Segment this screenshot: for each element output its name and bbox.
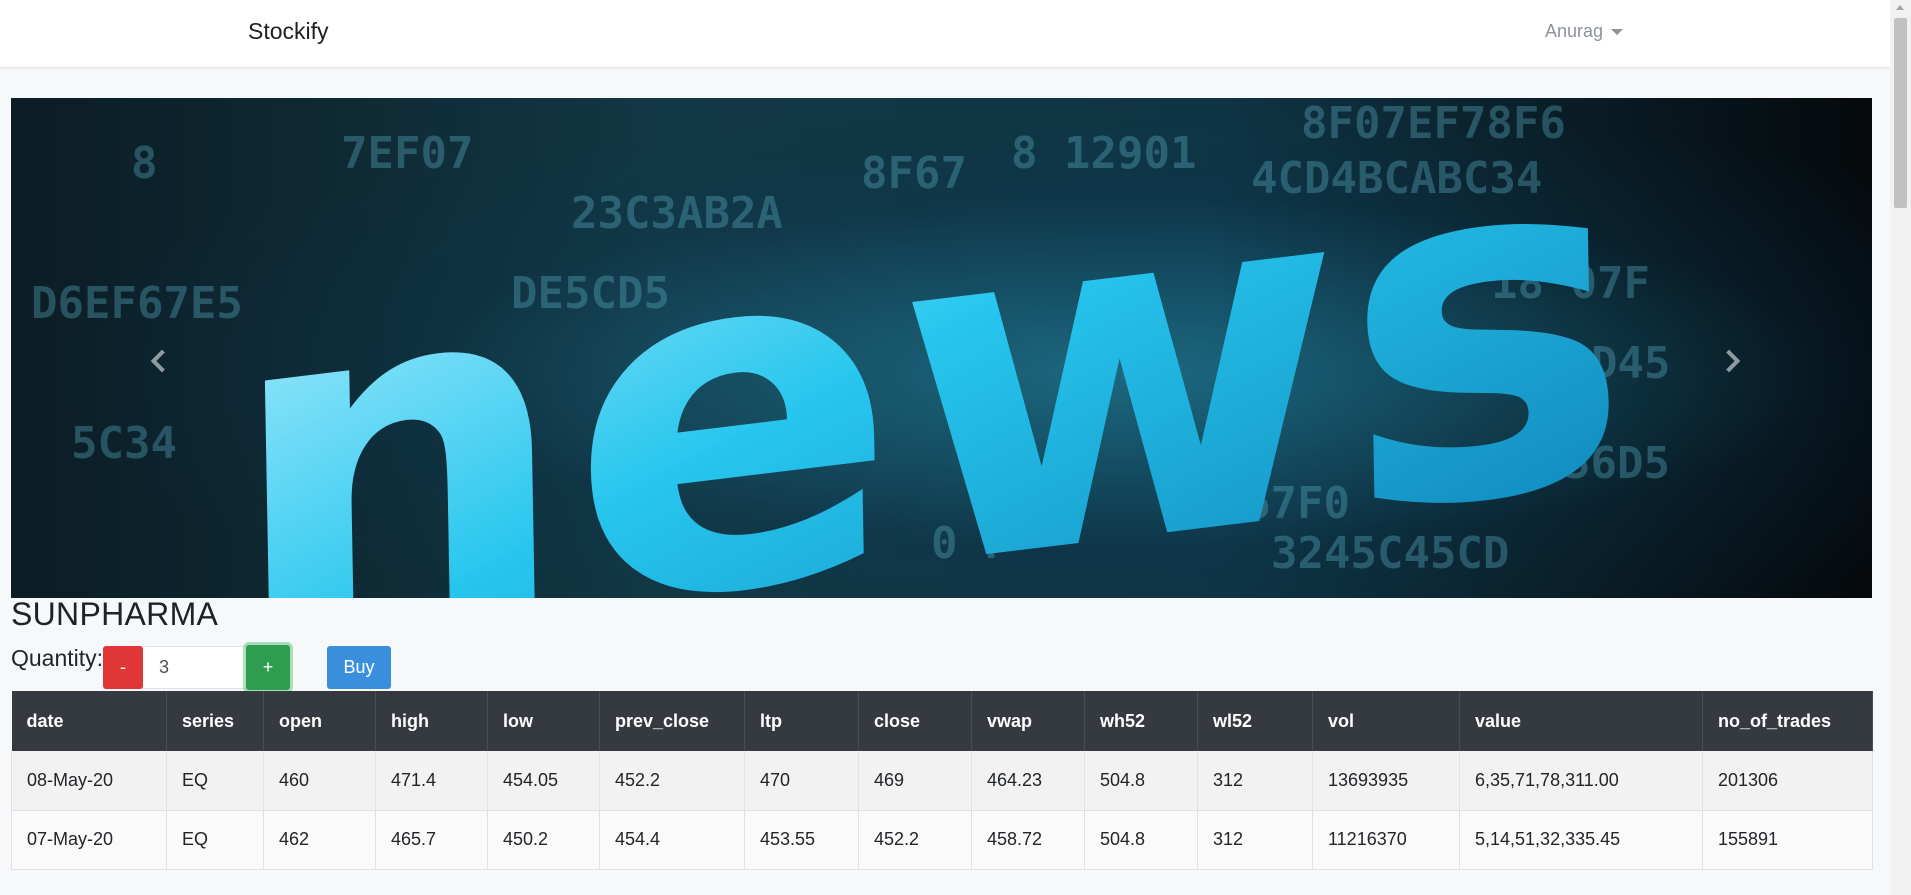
- table-cell: 450.2: [487, 810, 600, 870]
- quantity-label: Quantity:: [11, 645, 104, 671]
- table-cell: 458.72: [971, 810, 1085, 870]
- table-cell: 452.2: [858, 810, 972, 870]
- table-cell: 465.7: [375, 810, 488, 870]
- column-header: vol: [1312, 691, 1460, 751]
- column-header: close: [858, 691, 972, 751]
- table-cell: 504.8: [1084, 810, 1198, 870]
- table-row: 08-May-20 EQ 460 471.4 454.05 452.2 470 …: [11, 751, 1873, 811]
- column-header: open: [263, 691, 376, 751]
- scrollbar-thumb[interactable]: [1894, 18, 1907, 208]
- table-header-row: date series open high low prev_close ltp…: [11, 691, 1873, 751]
- column-header: vwap: [971, 691, 1085, 751]
- chevron-left-icon: [150, 349, 174, 373]
- svg-text:D6EF67E5: D6EF67E5: [31, 278, 243, 329]
- table-cell: 201306: [1702, 751, 1873, 811]
- navbar: Stockify Anurag: [0, 0, 1890, 68]
- chevron-right-icon: [1717, 349, 1741, 373]
- table-cell: 460: [263, 751, 376, 811]
- stock-history-table: date series open high low prev_close ltp…: [11, 691, 1873, 870]
- user-dropdown[interactable]: Anurag: [1545, 21, 1624, 42]
- stock-symbol-title: SUNPHARMA: [11, 596, 219, 632]
- table-cell: 464.23: [971, 751, 1085, 811]
- decrease-quantity-button[interactable]: -: [103, 646, 143, 689]
- table-cell: 504.8: [1084, 751, 1198, 811]
- column-header: prev_close: [599, 691, 745, 751]
- table-cell: EQ: [166, 751, 264, 811]
- svg-text:8: 8: [131, 138, 158, 189]
- page-scrollbar[interactable]: [1890, 0, 1911, 895]
- column-header: wh52: [1084, 691, 1198, 751]
- column-header: series: [166, 691, 264, 751]
- scroll-up-arrow-icon[interactable]: [1896, 5, 1904, 10]
- svg-text:5C34: 5C34: [71, 418, 177, 469]
- table-cell: 453.55: [744, 810, 859, 870]
- column-header: no_of_trades: [1702, 691, 1873, 751]
- carousel-next-button[interactable]: [1717, 346, 1748, 376]
- carousel-prev-button[interactable]: [143, 346, 174, 376]
- column-header: date: [11, 691, 167, 751]
- table-cell: 452.2: [599, 751, 745, 811]
- quantity-input[interactable]: [143, 646, 246, 689]
- increase-quantity-button[interactable]: +: [246, 645, 290, 690]
- table-cell: 471.4: [375, 751, 488, 811]
- column-header: value: [1459, 691, 1703, 751]
- news-carousel: 8 7EF07 23C3AB2A D6EF67E5 DE5CD5 8F67 8 …: [11, 98, 1872, 598]
- brand-logo[interactable]: Stockify: [248, 18, 329, 45]
- table-row: 07-May-20 EQ 462 465.7 450.2 454.4 453.5…: [11, 810, 1873, 870]
- table-cell: 312: [1197, 751, 1313, 811]
- news-banner-image: 8 7EF07 23C3AB2A D6EF67E5 DE5CD5 8F67 8 …: [31, 98, 1670, 598]
- table-cell: 469: [858, 751, 972, 811]
- column-header: wl52: [1197, 691, 1313, 751]
- table-cell: 08-May-20: [11, 751, 167, 811]
- user-name: Anurag: [1545, 21, 1604, 41]
- table-cell: 11216370: [1312, 810, 1460, 870]
- svg-text:7EF07: 7EF07: [341, 128, 473, 179]
- column-header: low: [487, 691, 600, 751]
- column-header: high: [375, 691, 488, 751]
- table-cell: 155891: [1702, 810, 1873, 870]
- table-cell: 462: [263, 810, 376, 870]
- caret-down-icon: [1611, 28, 1624, 35]
- column-header: ltp: [744, 691, 859, 751]
- table-cell: 470: [744, 751, 859, 811]
- table-cell: EQ: [166, 810, 264, 870]
- table-cell: 312: [1197, 810, 1313, 870]
- table-cell: 454.05: [487, 751, 600, 811]
- buy-button[interactable]: Buy: [327, 646, 391, 689]
- table-cell: 5,14,51,32,335.45: [1459, 810, 1703, 870]
- table-cell: 454.4: [599, 810, 745, 870]
- table-cell: 6,35,71,78,311.00: [1459, 751, 1703, 811]
- table-cell: 13693935: [1312, 751, 1460, 811]
- table-cell: 07-May-20: [11, 810, 167, 870]
